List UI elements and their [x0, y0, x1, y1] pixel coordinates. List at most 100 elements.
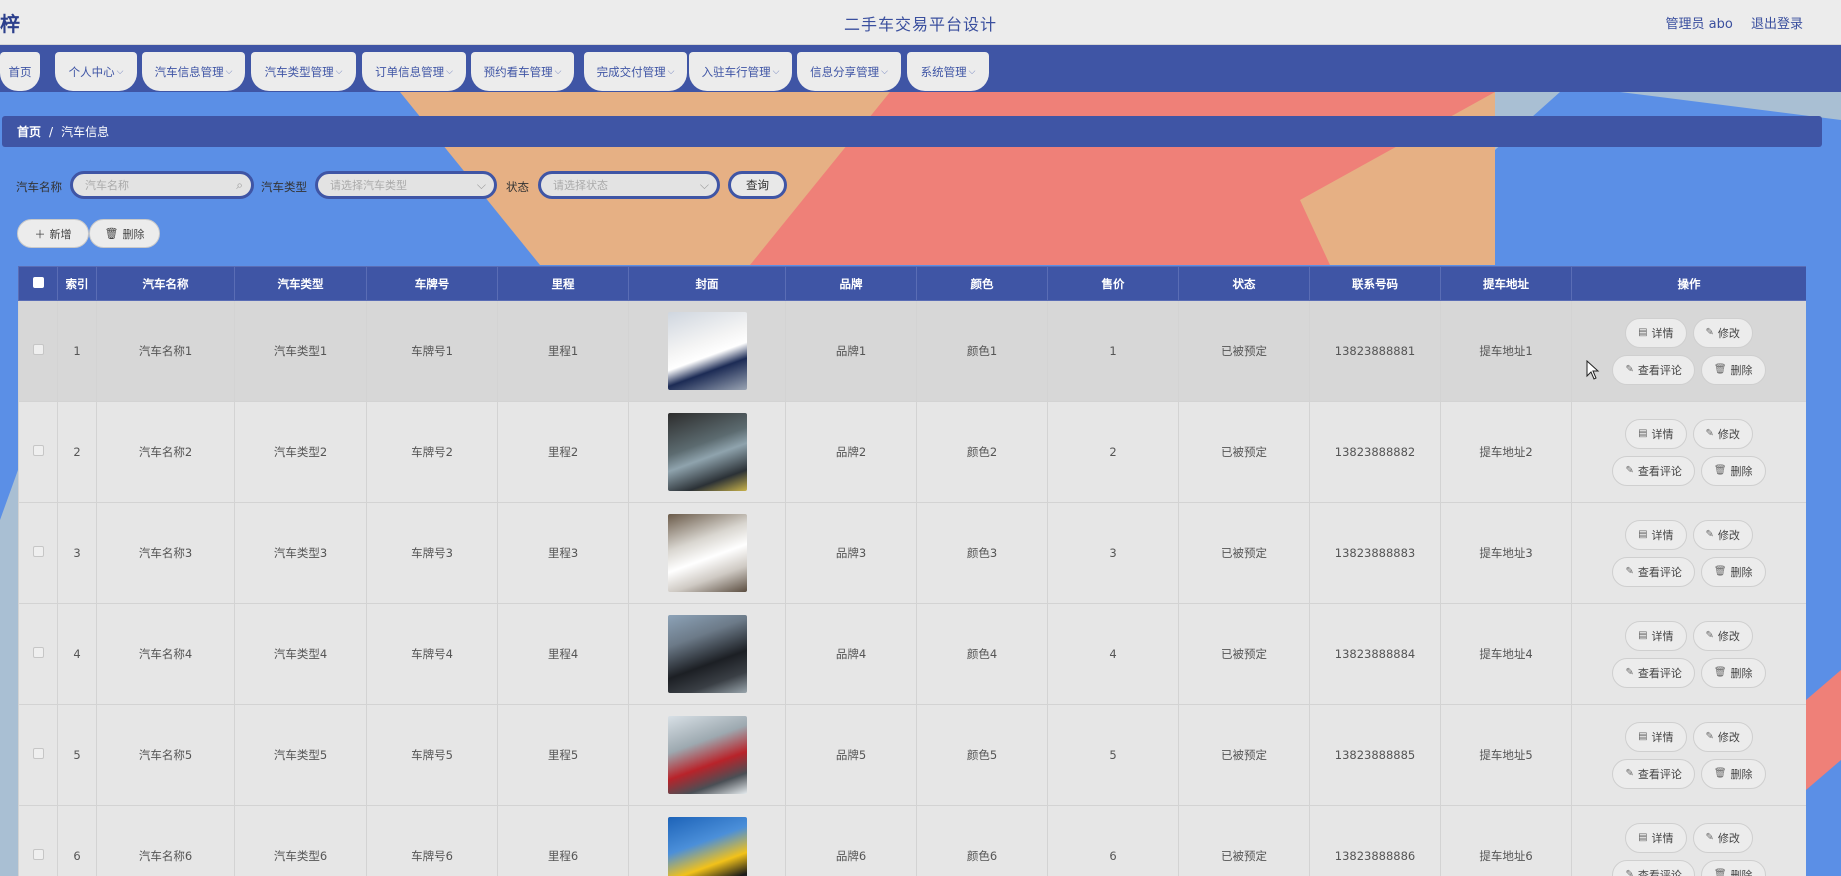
view-comments-button[interactable]: ✎ 查看评论 — [1612, 354, 1695, 385]
nav-item-car-type[interactable]: 汽车类型管理 ⌵ — [251, 52, 356, 91]
chevron-down-icon: ⌵ — [476, 178, 486, 192]
nav-item-label: 完成交付管理 — [596, 64, 666, 79]
nav-item-system[interactable]: 系统管理 ⌵ — [907, 52, 989, 91]
col-header-price: 售价 — [1047, 266, 1179, 301]
delete-button-label: 删除 — [1730, 666, 1753, 680]
row-select-cell[interactable] — [18, 805, 58, 876]
delete-button[interactable]: 🗑 删除 — [1700, 657, 1766, 688]
row-checkbox[interactable] — [32, 445, 44, 456]
add-button[interactable]: ＋ 新增 — [17, 219, 89, 248]
chevron-down-icon: ⌵ — [881, 66, 888, 77]
query-button[interactable]: 查询 — [728, 171, 787, 199]
delete-button[interactable]: 🗑 删除 — [1700, 758, 1766, 789]
row-select-cell[interactable] — [18, 401, 58, 503]
car-type-select[interactable]: 请选择汽车类型 ⌵ — [315, 171, 497, 199]
edit-button[interactable]: ✎ 修改 — [1692, 317, 1753, 348]
batch-delete-label: 删除 — [122, 227, 145, 241]
nav-item-personal-center[interactable]: 个人中心 ⌵ — [55, 52, 137, 91]
cell-status: 已被预定 — [1178, 300, 1310, 402]
table-row[interactable]: 1 汽车名称1 汽车类型1 车牌号1 里程1 品牌1 颜色1 1 已被预定 13823888881… — [18, 300, 1806, 402]
view-comments-button[interactable]: ✎ 查看评论 — [1612, 556, 1695, 587]
status-select[interactable]: 请选择状态 ⌵ — [538, 171, 720, 199]
cell-status: 已被预定 — [1178, 502, 1310, 604]
detail-button[interactable]: ▤ 详情 — [1625, 317, 1687, 348]
row-checkbox[interactable] — [32, 849, 44, 860]
edit-button[interactable]: ✎ 修改 — [1692, 519, 1753, 550]
car-cover-image[interactable] — [667, 514, 747, 592]
view-comments-button[interactable]: ✎ 查看评论 — [1612, 758, 1695, 789]
car-cover-image[interactable] — [667, 413, 747, 491]
mouse-cursor-icon — [1586, 360, 1600, 380]
detail-button[interactable]: ▤ 详情 — [1625, 418, 1687, 449]
actions-cell: ▤ 详情 ✎ 修改 ✎ 查看评论 🗑 删除 — [1571, 401, 1806, 503]
select-all-checkbox[interactable] — [32, 276, 44, 288]
pencil-icon: ✎ — [1625, 768, 1634, 779]
nav-item-label: 信息分享管理 — [810, 64, 880, 79]
car-cover-image[interactable] — [667, 312, 747, 390]
view-comments-button-label: 查看评论 — [1637, 666, 1682, 680]
row-select-cell[interactable] — [18, 603, 58, 705]
cell-type: 汽车类型2 — [234, 401, 367, 503]
row-select-cell[interactable] — [18, 704, 58, 806]
cell-status: 已被预定 — [1178, 401, 1310, 503]
col-header-address: 提车地址 — [1440, 266, 1572, 301]
delete-button[interactable]: 🗑 删除 — [1700, 354, 1766, 385]
edit-button[interactable]: ✎ 修改 — [1692, 418, 1753, 449]
edit-button[interactable]: ✎ 修改 — [1692, 822, 1753, 853]
edit-button[interactable]: ✎ 修改 — [1692, 620, 1753, 651]
delete-button[interactable]: 🗑 删除 — [1700, 859, 1766, 876]
nav-item-delivery[interactable]: 完成交付管理 ⌵ — [584, 52, 687, 91]
cell-plate: 车牌号5 — [366, 704, 498, 806]
top-bar: 梓 二手车交易平台设计 管理员 abo 退出登录 — [0, 0, 1841, 45]
breadcrumb-home[interactable]: 首页 — [17, 123, 41, 140]
car-cover-image[interactable] — [667, 716, 747, 794]
delete-button[interactable]: 🗑 删除 — [1700, 455, 1766, 486]
view-comments-button[interactable]: ✎ 查看评论 — [1612, 859, 1695, 876]
delete-button[interactable]: 🗑 删除 — [1700, 556, 1766, 587]
car-name-input[interactable]: 汽车名称 ⌕ — [70, 171, 254, 199]
row-select-cell[interactable] — [18, 502, 58, 604]
nav-item-car-info[interactable]: 汽车信息管理 ⌵ — [142, 52, 245, 91]
admin-user-label[interactable]: 管理员 abo — [1666, 17, 1733, 32]
car-name-placeholder: 汽车名称 — [85, 179, 129, 192]
edit-button-label: 修改 — [1717, 427, 1740, 441]
nav-item-label: 汽车信息管理 — [154, 64, 224, 79]
view-comments-button[interactable]: ✎ 查看评论 — [1612, 455, 1695, 486]
row-checkbox[interactable] — [32, 546, 44, 557]
table-row[interactable]: 6 汽车名称6 汽车类型6 车牌号6 里程6 品牌6 颜色6 6 已被预定 13823888886… — [18, 805, 1806, 876]
row-checkbox[interactable] — [32, 748, 44, 759]
detail-button[interactable]: ▤ 详情 — [1625, 721, 1687, 752]
trash-icon: 🗑 — [1713, 465, 1727, 476]
car-cover-image[interactable] — [667, 615, 747, 693]
nav-item-home[interactable]: 首页 — [0, 52, 40, 91]
nav-item-viewing[interactable]: 预约看车管理 ⌵ — [471, 52, 574, 91]
car-cover-image[interactable] — [667, 817, 747, 876]
row-checkbox[interactable] — [32, 344, 44, 355]
row-select-cell[interactable] — [18, 300, 58, 402]
actions-cell: ▤ 详情 ✎ 修改 ✎ 查看评论 🗑 删除 — [1571, 300, 1806, 402]
view-comments-button[interactable]: ✎ 查看评论 — [1612, 657, 1695, 688]
chevron-down-icon: ⌵ — [968, 66, 976, 77]
detail-button[interactable]: ▤ 详情 — [1625, 519, 1687, 550]
select-all-cell[interactable] — [18, 266, 58, 301]
view-comments-button-label: 查看评论 — [1637, 363, 1682, 377]
detail-button[interactable]: ▤ 详情 — [1625, 822, 1687, 853]
table-row[interactable]: 5 汽车名称5 汽车类型5 车牌号5 里程5 品牌5 颜色5 5 已被预定 13823888885… — [18, 704, 1806, 806]
nav-item-orders[interactable]: 订单信息管理 ⌵ — [362, 52, 466, 91]
nav-item-sharing[interactable]: 信息分享管理 ⌵ — [797, 52, 901, 91]
cover-cell — [628, 805, 786, 876]
edit-button[interactable]: ✎ 修改 — [1692, 721, 1753, 752]
table-row[interactable]: 4 汽车名称4 汽车类型4 车牌号4 里程4 品牌4 颜色4 4 已被预定 13823888884… — [18, 603, 1806, 705]
cell-phone: 13823888884 — [1309, 603, 1441, 705]
logout-link[interactable]: 退出登录 — [1751, 17, 1803, 32]
table-row[interactable]: 2 汽车名称2 汽车类型2 车牌号2 里程2 品牌2 颜色2 2 已被预定 13823888882… — [18, 401, 1806, 503]
cover-cell — [628, 502, 786, 604]
detail-button[interactable]: ▤ 详情 — [1625, 620, 1687, 651]
cell-mileage: 里程6 — [497, 805, 629, 876]
row-checkbox[interactable] — [32, 647, 44, 658]
table-row[interactable]: 3 汽车名称3 汽车类型3 车牌号3 里程3 品牌3 颜色3 3 已被预定 13823888883… — [18, 502, 1806, 604]
car-table: 索引 汽车名称 汽车类型 车牌号 里程 封面 品牌 颜色 售价 状态 联系号码 … — [18, 266, 1806, 876]
nav-item-dealers[interactable]: 入驻车行管理 ⌵ — [689, 52, 792, 91]
batch-delete-button[interactable]: 🗑 删除 — [89, 219, 160, 248]
document-icon: ▤ — [1638, 731, 1648, 742]
